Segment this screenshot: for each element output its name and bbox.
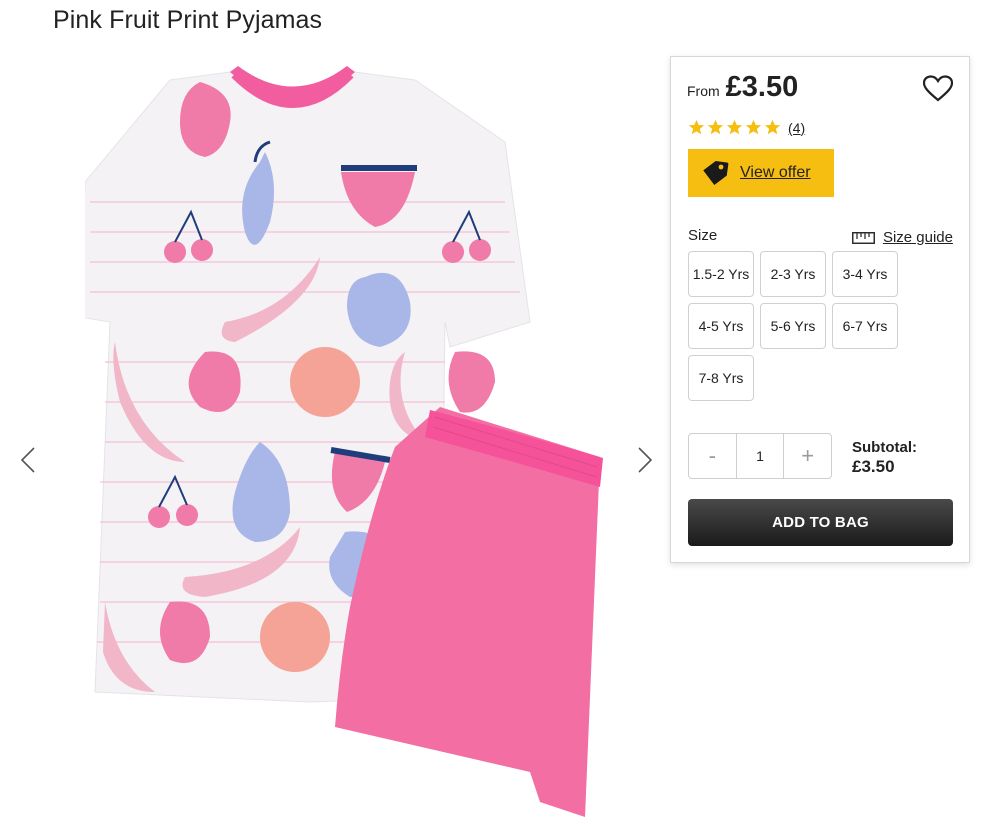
view-offer-button[interactable]: View offer — [688, 149, 834, 197]
from-label: From — [687, 83, 720, 99]
size-option[interactable]: 3-4 Yrs — [832, 251, 898, 297]
size-option[interactable]: 4-5 Yrs — [688, 303, 754, 349]
size-option[interactable]: 5-6 Yrs — [760, 303, 826, 349]
review-count-link[interactable]: (4) — [788, 120, 805, 136]
size-guide-link[interactable]: Size guide — [851, 229, 953, 246]
star-icon — [745, 119, 762, 135]
size-label: Size — [688, 227, 718, 244]
gallery-prev-button[interactable] — [13, 440, 43, 480]
quantity-decrease-button[interactable]: - — [689, 434, 736, 478]
size-option[interactable]: 1.5-2 Yrs — [688, 251, 754, 297]
star-icon — [688, 119, 705, 135]
page-title: Pink Fruit Print Pyjamas — [53, 6, 323, 34]
quantity-input[interactable]: 1 — [735, 434, 785, 478]
add-to-bag-button[interactable]: ADD TO BAG — [688, 499, 953, 546]
size-option[interactable]: 2-3 Yrs — [760, 251, 826, 297]
tag-icon — [703, 160, 729, 186]
star-icon — [764, 119, 781, 135]
size-option[interactable]: 7-8 Yrs — [688, 355, 754, 401]
price: £3.50 — [725, 71, 799, 103]
price-row: From £3.50 — [687, 71, 798, 104]
chevron-right-icon — [638, 447, 653, 473]
subtotal-value: £3.50 — [852, 457, 895, 476]
quantity-increase-button[interactable]: + — [784, 434, 831, 478]
size-guide-label: Size guide — [882, 229, 953, 246]
star-icon — [707, 119, 724, 135]
heart-icon[interactable] — [923, 75, 953, 103]
product-image — [85, 66, 603, 817]
chevron-left-icon — [20, 447, 35, 473]
view-offer-label: View offer — [740, 164, 811, 181]
gallery-next-button[interactable] — [630, 440, 660, 480]
size-option[interactable]: 6-7 Yrs — [832, 303, 898, 349]
star-icon — [726, 119, 743, 135]
buy-box: From £3.50 (4) View offer Size Size guid… — [670, 56, 970, 563]
subtotal-label: Subtotal: — [852, 439, 917, 456]
rating: (4) — [688, 119, 805, 136]
quantity-stepper: - 1 + — [688, 433, 832, 479]
ruler-icon — [851, 231, 875, 244]
